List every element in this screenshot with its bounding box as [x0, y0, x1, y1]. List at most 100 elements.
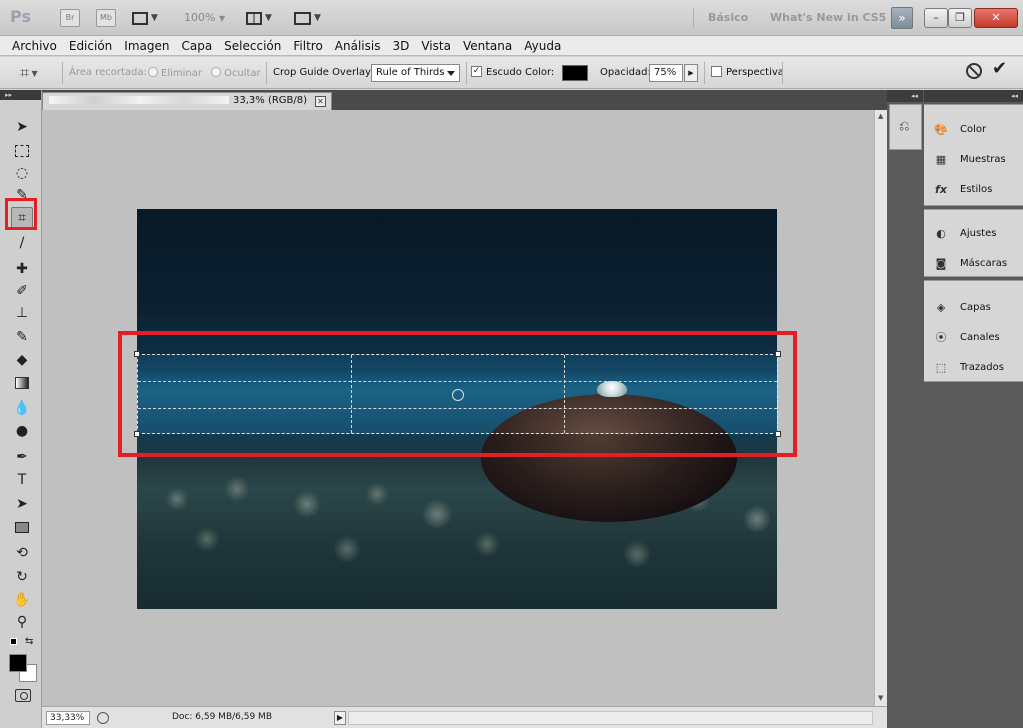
mini-bridge-button[interactable]: Mb [96, 9, 116, 27]
adjustments-panel-button[interactable]: ◐ Ajustes [932, 222, 996, 244]
screen-mode-button[interactable]: ▼ [294, 9, 321, 27]
history-panel-button[interactable]: ⎌ [889, 104, 922, 150]
masks-panel-button[interactable]: ◙ Máscaras [932, 252, 1007, 274]
layers-panel-button[interactable]: ◈ Capas [932, 296, 991, 318]
menu-ayuda[interactable]: Ayuda [518, 39, 567, 53]
layers-icon: ◈ [936, 300, 946, 314]
swatches-panel-label: Muestras [960, 153, 1006, 165]
hide-radio[interactable]: Ocultar [211, 67, 261, 79]
swatches-panel-button[interactable]: ▦ Muestras [932, 148, 1006, 170]
commit-crop-icon[interactable]: ✔ [992, 58, 1007, 79]
menu-vista[interactable]: Vista [415, 39, 457, 53]
more-workspaces-button[interactable]: » [891, 7, 913, 29]
divider [693, 8, 694, 28]
rect-icon [15, 521, 29, 533]
styles-panel-button[interactable]: fx Estilos [932, 178, 992, 200]
marquee-tool-icon[interactable] [11, 140, 33, 162]
styles-panel-label: Estilos [960, 183, 993, 195]
shield-color-swatch[interactable] [562, 65, 588, 81]
status-menu-button[interactable]: ▶ [334, 711, 346, 725]
perspective-checkbox[interactable] [711, 66, 722, 77]
zoom-tool-icon[interactable]: ⚲ [11, 611, 33, 633]
shield-checkbox[interactable]: ✓ [471, 66, 482, 77]
eyedropper-tool-icon[interactable]: / [11, 232, 33, 254]
opacity-slider-button[interactable]: ▶ [684, 64, 698, 82]
hand-tool-icon[interactable]: ✋ [11, 589, 33, 611]
move-tool-icon[interactable]: ➤ [11, 116, 33, 138]
opacity-input[interactable]: 75% [649, 64, 683, 82]
divider [782, 62, 783, 84]
menu-capa[interactable]: Capa [175, 39, 218, 53]
crop-guide-overlay-select[interactable]: Rule of Thirds [371, 64, 460, 82]
workspace-whats-new[interactable]: What's New in CS5 [770, 11, 886, 24]
crop-tool-preset-icon[interactable]: ⌗ ▼ [20, 63, 38, 83]
horizontal-scrollbar[interactable] [348, 711, 873, 725]
perspective-label: Perspectiva [726, 67, 784, 78]
arrange-documents-button[interactable]: ▼ [246, 9, 272, 27]
view-extras-button[interactable]: ▼ [132, 9, 158, 27]
scroll-down-icon[interactable]: ▼ [878, 694, 883, 702]
paths-panel-button[interactable]: ⬚ Trazados [932, 356, 1004, 378]
chevron-down-icon [447, 71, 455, 76]
bridge-button[interactable]: Br [60, 9, 80, 27]
divider [704, 62, 705, 84]
menu-3d[interactable]: 3D [386, 39, 415, 53]
crop-shield-bottom [137, 434, 777, 609]
default-colors-icon[interactable] [10, 638, 17, 645]
dodge-tool-icon[interactable]: ● [11, 420, 33, 442]
rectangle-tool-icon[interactable] [11, 516, 33, 538]
healing-brush-tool-icon[interactable]: ✚ [11, 258, 33, 280]
delete-radio-label: Eliminar [161, 68, 202, 79]
quick-mask-icon[interactable] [15, 689, 31, 702]
delete-radio[interactable]: Eliminar [148, 67, 202, 79]
menu-imagen[interactable]: Imagen [118, 39, 175, 53]
opacity-label: Opacidad: [600, 67, 651, 78]
swap-colors-icon[interactable]: ⇆ [25, 636, 33, 647]
adjustments-icon: ◐ [936, 226, 946, 240]
type-tool-icon[interactable]: T [11, 469, 33, 491]
menu-ventana[interactable]: Ventana [457, 39, 518, 53]
close-document-icon[interactable]: ✕ [315, 96, 326, 107]
menu-analisis[interactable]: Análisis [329, 39, 387, 53]
pen-tool-icon[interactable]: ✒ [11, 446, 33, 468]
photoshop-logo: Ps [10, 7, 31, 26]
3d-orbit-tool-icon[interactable]: ↻ [11, 566, 33, 588]
scroll-up-icon[interactable]: ▲ [878, 112, 883, 120]
film-icon [132, 11, 148, 25]
eraser-tool-icon[interactable]: ◆ [11, 349, 33, 371]
collapse-dock-button[interactable]: ◂◂ [887, 90, 923, 102]
document-tab[interactable]: 33,3% (RGB/8) ✕ [42, 92, 332, 110]
gradient-tool-icon[interactable] [11, 372, 33, 394]
crop-tool-highlight [5, 198, 37, 230]
cancel-crop-icon[interactable] [966, 63, 982, 79]
close-button[interactable]: ✕ [974, 8, 1018, 28]
restore-button[interactable]: ❐ [948, 8, 972, 28]
panel-group-color: 🎨 Color ▦ Muestras fx Estilos [924, 104, 1023, 206]
minimize-button[interactable]: – [924, 8, 948, 28]
channels-panel-label: Canales [960, 331, 1000, 343]
status-info-icon[interactable] [97, 712, 109, 724]
zoom-level-dropdown[interactable]: 100% ▼ [184, 11, 225, 24]
channels-panel-button[interactable]: ⦿ Canales [932, 326, 1000, 348]
vertical-scrollbar[interactable]: ▲ ▼ [874, 110, 887, 706]
foreground-color-swatch[interactable] [9, 654, 27, 672]
blur-tool-icon[interactable]: 💧 [11, 397, 33, 419]
lasso-tool-icon[interactable]: ◌ [11, 162, 33, 184]
color-panel-button[interactable]: 🎨 Color [932, 118, 986, 140]
menu-archivo[interactable]: Archivo [6, 39, 63, 53]
menu-seleccion[interactable]: Selección [218, 39, 287, 53]
collapse-panels-button[interactable]: ◂◂ [924, 90, 1023, 102]
clone-stamp-tool-icon[interactable]: ⊥ [11, 302, 33, 324]
path-selection-tool-icon[interactable]: ➤ [11, 493, 33, 515]
zoom-input[interactable]: 33,33% [46, 711, 90, 725]
3d-rotate-tool-icon[interactable]: ⟲ [11, 542, 33, 564]
workspace-basic[interactable]: Básico [708, 11, 748, 24]
menu-edicion[interactable]: Edición [63, 39, 118, 53]
menu-filtro[interactable]: Filtro [287, 39, 328, 53]
color-panel-label: Color [960, 123, 987, 135]
brush-tool-icon[interactable]: ✐ [11, 280, 33, 302]
crop-guide-overlay-label: Crop Guide Overlay: [273, 67, 374, 78]
tools-panel-header[interactable]: ▸▸ [0, 90, 41, 100]
paths-icon: ⬚ [935, 360, 947, 374]
history-brush-tool-icon[interactable]: ✎ [11, 326, 33, 348]
